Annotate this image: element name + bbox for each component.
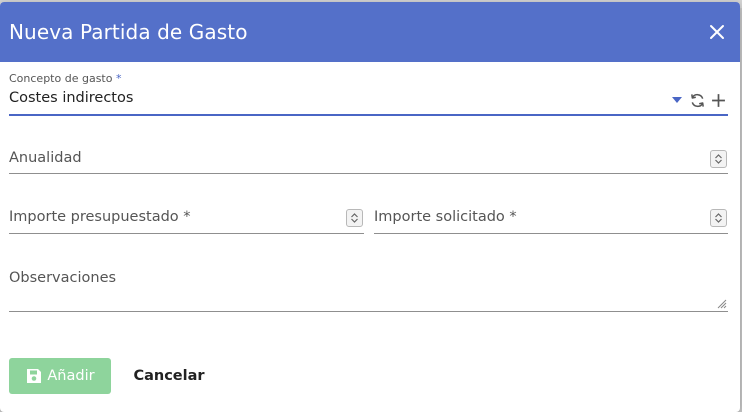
dialog-header: Nueva Partida de Gasto — [0, 2, 740, 62]
anualidad-stepper[interactable] — [710, 150, 727, 168]
add-concepto-button[interactable] — [708, 90, 728, 110]
importe-presupuestado-stepper[interactable] — [346, 209, 363, 227]
concepto-select[interactable]: Concepto de gasto * Costes indirectos — [9, 72, 728, 116]
chevron-down-icon[interactable] — [672, 97, 682, 103]
plus-icon — [711, 93, 725, 107]
add-button-label: Añadir — [47, 368, 95, 384]
stepper-arrows-icon — [715, 213, 722, 223]
concepto-label: Concepto de gasto * — [9, 72, 121, 85]
importe-solicitado-stepper[interactable] — [710, 209, 727, 227]
observaciones-textarea[interactable]: Observaciones — [9, 266, 728, 312]
dialog-title: Nueva Partida de Gasto — [9, 20, 248, 44]
close-icon — [710, 25, 724, 39]
stepper-arrows-icon — [351, 213, 358, 223]
save-icon — [27, 369, 42, 383]
resize-handle-icon[interactable] — [717, 299, 727, 309]
cancel-button[interactable]: Cancelar — [126, 358, 212, 394]
stepper-arrows-icon — [715, 154, 722, 164]
importe-presupuestado-placeholder: Importe presupuestado * — [9, 209, 191, 225]
refresh-icon — [690, 93, 704, 107]
add-button[interactable]: Añadir — [9, 358, 111, 394]
observaciones-placeholder: Observaciones — [9, 270, 117, 286]
close-button[interactable] — [704, 19, 730, 45]
concepto-label-text: Concepto de gasto — [9, 72, 113, 85]
cancel-button-label: Cancelar — [133, 368, 205, 384]
concepto-required-mark: * — [115, 72, 122, 85]
anualidad-placeholder: Anualidad — [9, 150, 82, 166]
anualidad-field[interactable]: Anualidad — [9, 146, 728, 174]
importe-presupuestado-field[interactable]: Importe presupuestado * — [9, 206, 364, 234]
refresh-button[interactable] — [687, 90, 707, 110]
importe-solicitado-field[interactable]: Importe solicitado * — [374, 206, 728, 234]
importe-solicitado-placeholder: Importe solicitado * — [374, 209, 517, 225]
concepto-value: Costes indirectos — [9, 90, 134, 106]
dialog: Nueva Partida de Gasto Concepto de gasto… — [0, 2, 740, 412]
